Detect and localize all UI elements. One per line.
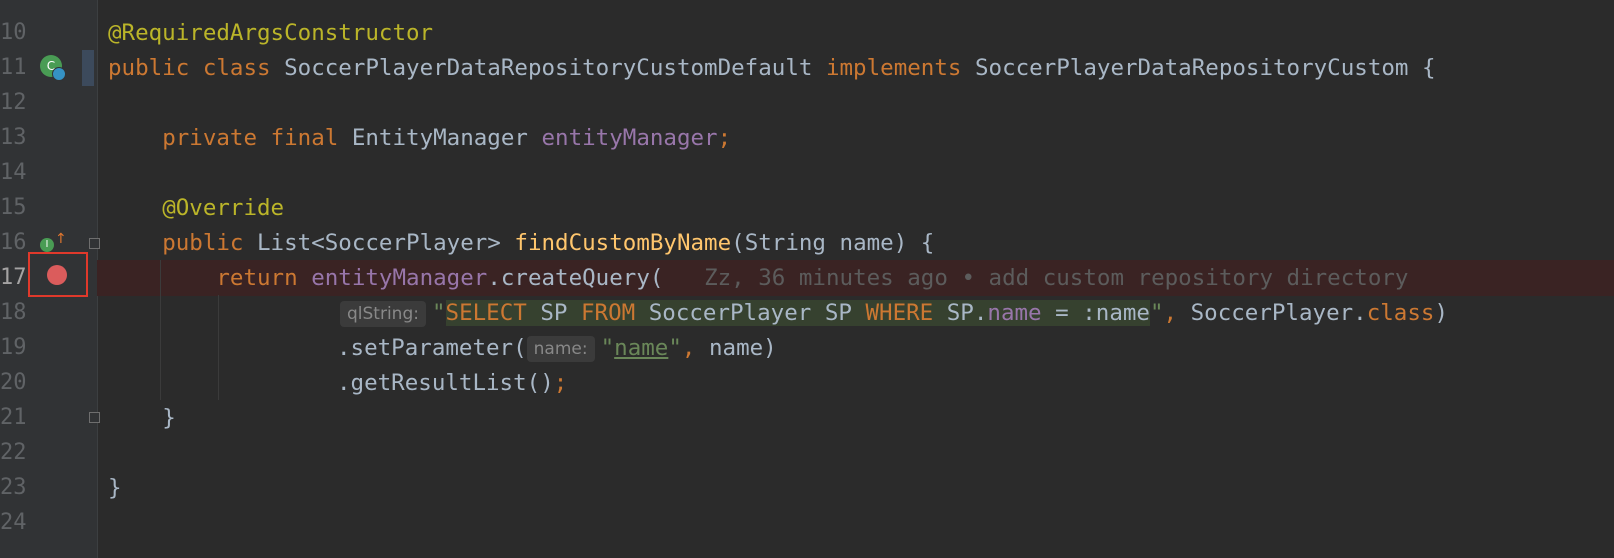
line-number: 15 <box>0 195 27 220</box>
code-text[interactable]: } <box>108 470 122 506</box>
code-line-19: 19 .setParameter(name: "name", name) <box>0 330 1614 366</box>
code-text[interactable]: public class SoccerPlayerDataRepositoryC… <box>108 50 1436 86</box>
line-number: 11 <box>0 55 27 80</box>
implemented-interface-icon[interactable]: C <box>40 55 66 81</box>
indent-guide <box>160 260 161 400</box>
line-number: 17 <box>0 265 27 290</box>
line-number: 24 <box>0 510 27 535</box>
line-number: 16 <box>0 230 27 255</box>
line-number: 18 <box>0 300 27 325</box>
parameter-hint: name: <box>526 336 595 362</box>
line-number: 22 <box>0 440 27 465</box>
code-text[interactable]: qlString: "SELECT SP FROM SoccerPlayer SP… <box>340 295 1448 331</box>
line-number: 23 <box>0 475 27 500</box>
code-text[interactable]: return entityManager.createQuery( Zz, 36… <box>108 260 1408 296</box>
override-arrow-icon[interactable]: ↑ <box>55 232 67 246</box>
code-line-11: 11 public class SoccerPlayerDataReposito… <box>0 50 1614 86</box>
navigate-icon <box>52 67 66 81</box>
parameter-hint: qlString: <box>340 301 426 327</box>
code-line-23: 23 } <box>0 470 1614 506</box>
line-number: 21 <box>0 405 27 430</box>
code-text[interactable]: .getResultList(); <box>337 365 567 401</box>
code-text[interactable]: @RequiredArgsConstructor <box>108 15 433 51</box>
code-line-21: 21 } <box>0 400 1614 436</box>
code-line-24: 24 <box>0 505 1614 541</box>
sql-injected-fragment: SELECT SP FROM SoccerPlayer SP WHERE SP.… <box>445 300 1150 326</box>
code-line-15: 15 @Override <box>0 190 1614 226</box>
code-line-18: 18 qlString: "SELECT SP FROM SoccerPlayer… <box>0 295 1614 331</box>
indent-guide <box>218 295 219 400</box>
fold-start-icon[interactable] <box>89 238 100 249</box>
code-line-16: 16 public List<SoccerPlayer> findCustomB… <box>0 225 1614 261</box>
code-line-12: 12 <box>0 85 1614 121</box>
line-number: 10 <box>0 20 27 45</box>
code-line-10: 10 @RequiredArgsConstructor <box>0 15 1614 51</box>
code-line-13: 13 private final EntityManager entityMan… <box>0 120 1614 156</box>
code-text[interactable]: private final EntityManager entityManage… <box>108 120 731 156</box>
code-line-20: 20 .getResultList(); <box>0 365 1614 401</box>
code-line-14: 14 <box>0 155 1614 191</box>
code-text[interactable]: .setParameter(name: "name", name) <box>337 330 777 366</box>
line-number: 20 <box>0 370 27 395</box>
line-number: 12 <box>0 90 27 115</box>
line-number: 19 <box>0 335 27 360</box>
code-line-17: 17 return entityManager.createQuery( Zz,… <box>0 260 1614 296</box>
code-text[interactable]: } <box>108 400 176 436</box>
git-blame-annotation: Zz, 36 minutes ago • add custom reposito… <box>704 265 1409 291</box>
line-number: 13 <box>0 125 27 150</box>
override-method-icon[interactable]: I <box>40 238 54 252</box>
breakpoint-highlight-box <box>28 252 88 297</box>
code-line-22: 22 <box>0 435 1614 471</box>
code-text[interactable]: public List<SoccerPlayer> findCustomByNa… <box>108 225 934 261</box>
line-number: 14 <box>0 160 27 185</box>
code-text[interactable]: @Override <box>108 190 284 226</box>
fold-end-icon[interactable] <box>89 412 100 423</box>
